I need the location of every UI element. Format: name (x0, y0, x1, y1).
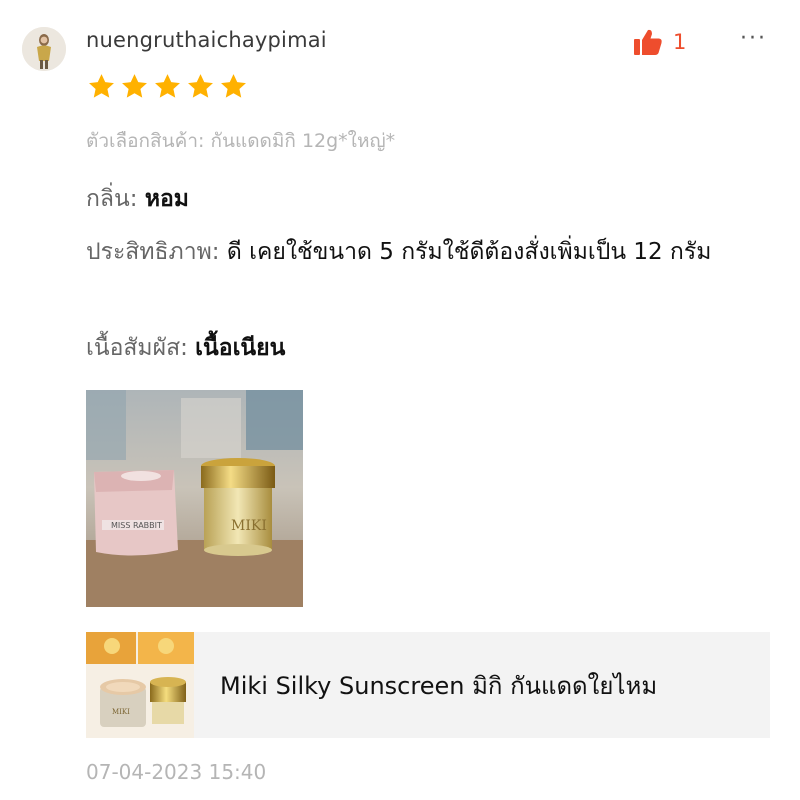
star-icon (122, 74, 147, 98)
like-button[interactable]: 1 (633, 28, 686, 56)
svg-text:MISS RABBIT: MISS RABBIT (111, 521, 162, 530)
svg-text:MIKI: MIKI (112, 708, 130, 716)
attribute-effectiveness: ประสิทธิภาพ: ดี เคยใช้ขนาด 5 กรัมใช้ดีต้… (86, 234, 776, 270)
svg-text:MIKI: MIKI (231, 518, 267, 534)
review-timestamp: 07-04-2023 15:40 (86, 760, 267, 784)
attribute-value: เนื้อเนียน (195, 335, 286, 361)
product-thumbnail: MIKI (86, 632, 194, 738)
thumbs-up-icon (634, 29, 662, 55)
product-thumbnail-image: MIKI (86, 632, 194, 738)
review-photo[interactable]: MISS RABBIT MIKI (86, 390, 303, 607)
attribute-texture: เนื้อสัมผัส: เนื้อเนียน (86, 330, 776, 366)
attribute-scent: กลิ่น: หอม (86, 181, 776, 217)
more-dots-icon[interactable]: ··· (740, 26, 767, 51)
star-icon (188, 74, 213, 98)
username[interactable]: nuengruthaichaypimai (86, 28, 327, 52)
attribute-value: ดี เคยใช้ขนาด 5 กรัมใช้ดีต้องสั่งเพิ่มเป… (226, 239, 712, 265)
attribute-key: กลิ่น: (86, 186, 145, 212)
like-count: 1 (673, 30, 687, 54)
product-link[interactable]: MIKI Miki Silky Sunscreen มิกิ กันแดดใยไ… (86, 632, 770, 738)
star-icon (89, 74, 114, 98)
rating-stars (86, 72, 249, 101)
attribute-key: ประสิทธิภาพ: (86, 239, 227, 265)
avatar-image (22, 27, 66, 71)
star-icon (221, 74, 246, 98)
review-photo-image: MISS RABBIT MIKI (86, 390, 303, 607)
attribute-value: หอม (144, 186, 189, 212)
variation-label: ตัวเลือกสินค้า: กันแดดมิกิ 12g*ใหญ่* (86, 130, 396, 152)
attribute-key: เนื้อสัมผัส: (86, 335, 196, 361)
star-icon (155, 74, 180, 98)
product-name: Miki Silky Sunscreen มิกิ กันแดดใยไหม (220, 671, 658, 700)
avatar[interactable] (22, 27, 66, 71)
